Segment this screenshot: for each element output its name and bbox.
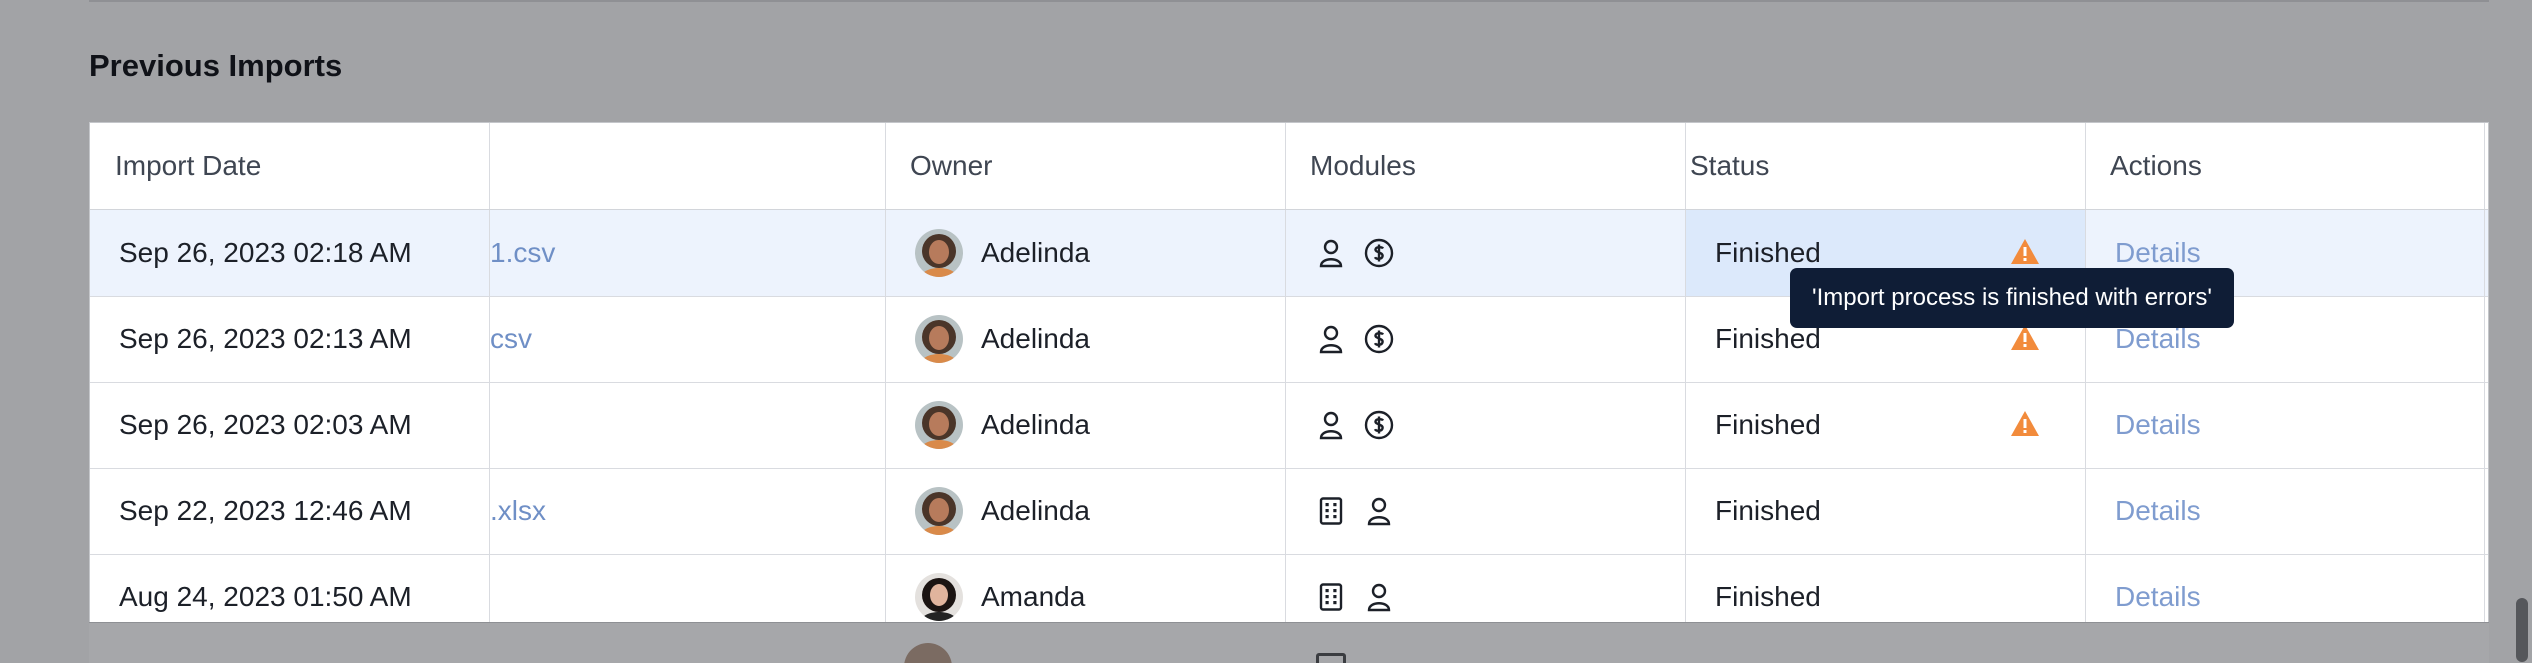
details-link[interactable]: Details xyxy=(2115,554,2201,623)
import-date: Sep 22, 2023 12:46 AM xyxy=(119,495,412,526)
person-icon xyxy=(1364,496,1394,526)
import-date: Sep 26, 2023 02:18 AM xyxy=(119,237,412,268)
avatar xyxy=(915,573,963,621)
section-title: Previous Imports xyxy=(89,48,343,83)
modules-cell xyxy=(1316,554,1412,623)
status-text: Finished xyxy=(1715,237,1821,268)
owner-name: Adelinda xyxy=(981,323,1090,354)
avatar xyxy=(904,643,952,663)
header-status[interactable]: Status xyxy=(1690,123,1769,209)
owner-name: Adelinda xyxy=(981,237,1090,268)
avatar xyxy=(915,315,963,363)
person-icon xyxy=(1364,582,1394,612)
dollar-circle-icon xyxy=(1364,410,1394,440)
status-text: Finished xyxy=(1715,409,1821,440)
modules-cell xyxy=(1316,210,1412,296)
file-name-link[interactable]: csv xyxy=(490,296,532,382)
warning-icon[interactable] xyxy=(2010,238,2040,266)
table-row[interactable]: Sep 26, 2023 02:03 AM Adelinda Finished … xyxy=(90,382,2488,469)
owner-cell: Adelinda xyxy=(915,210,1090,296)
owner-cell: Adelinda xyxy=(915,382,1090,468)
details-link[interactable]: Details xyxy=(2115,468,2201,554)
table-row[interactable]: Aug 24, 2023 01:50 AM Amanda Finished De… xyxy=(90,554,2488,623)
status-cell: Finished xyxy=(1686,554,2085,623)
avatar xyxy=(915,229,963,277)
top-divider xyxy=(89,0,2489,2)
owner-cell: Adelinda xyxy=(915,468,1090,554)
table-row[interactable]: Sep 22, 2023 12:46 AM .xlsx Adelinda Fin… xyxy=(90,468,2488,555)
scrollbar-thumb[interactable] xyxy=(2516,598,2528,662)
dollar-circle-icon xyxy=(1364,238,1394,268)
person-icon xyxy=(1316,238,1346,268)
modules-cell xyxy=(1316,468,1412,554)
building-icon xyxy=(1316,582,1346,612)
status-text: Finished xyxy=(1715,581,1821,612)
header-actions: Actions xyxy=(2110,150,2202,181)
warning-icon[interactable] xyxy=(2010,410,2040,438)
error-tooltip: 'Import process is finished with errors' xyxy=(1790,268,2234,328)
import-date: Aug 24, 2023 01:50 AM xyxy=(119,581,412,612)
modules-cell xyxy=(1316,296,1412,382)
next-row-partial xyxy=(89,622,2489,663)
table-header: Import Date Owner Modules Status Actions xyxy=(90,123,2488,211)
avatar xyxy=(915,487,963,535)
owner-name: Amanda xyxy=(981,581,1086,612)
owner-name: Adelinda xyxy=(981,495,1090,526)
modules-cell xyxy=(1316,382,1412,468)
person-icon xyxy=(1316,324,1346,354)
file-name-link[interactable]: 1.csv xyxy=(490,210,555,296)
imports-table: Import Date Owner Modules Status Actions… xyxy=(89,122,2489,624)
header-modules[interactable]: Modules xyxy=(1310,123,1416,209)
file-name-link[interactable]: .xlsx xyxy=(490,468,546,554)
owner-cell: Amanda xyxy=(915,554,1086,623)
status-text: Finished xyxy=(1715,495,1821,526)
building-icon xyxy=(1316,496,1346,526)
dollar-circle-icon xyxy=(1364,324,1394,354)
warning-icon[interactable] xyxy=(2010,324,2040,352)
avatar xyxy=(915,401,963,449)
status-cell: Finished xyxy=(1686,468,2085,554)
header-import-date[interactable]: Import Date xyxy=(115,123,261,209)
owner-cell: Adelinda xyxy=(915,296,1090,382)
header-owner[interactable]: Owner xyxy=(910,123,992,209)
owner-name: Adelinda xyxy=(981,409,1090,440)
import-date: Sep 26, 2023 02:03 AM xyxy=(119,409,412,440)
details-link[interactable]: Details xyxy=(2115,382,2201,468)
person-icon xyxy=(1316,410,1346,440)
import-date: Sep 26, 2023 02:13 AM xyxy=(119,323,412,354)
